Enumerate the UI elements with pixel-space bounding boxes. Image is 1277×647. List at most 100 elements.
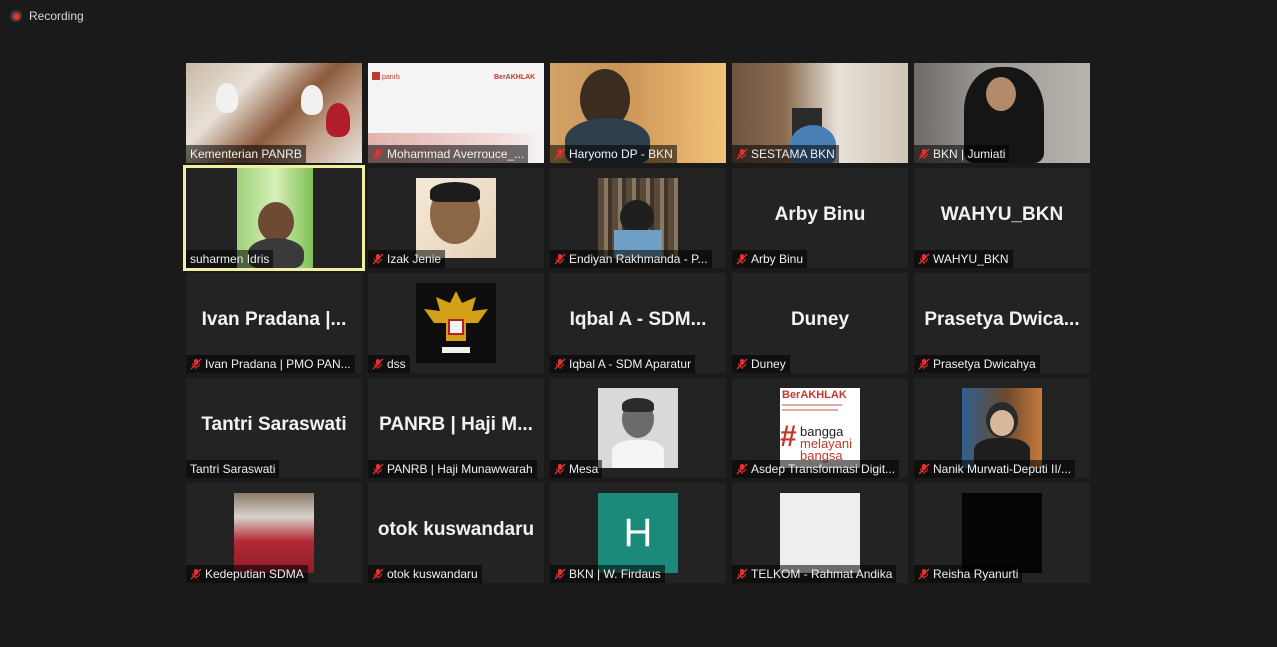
mic-muted-icon xyxy=(736,358,748,370)
participant-name-label: Kedeputian SDMA xyxy=(186,565,308,583)
participant-tile[interactable]: Kementerian PANRB xyxy=(186,63,362,163)
mic-muted-icon xyxy=(372,463,384,475)
panrb-logo: panrb xyxy=(372,68,408,81)
participant-tile[interactable]: Duney Duney xyxy=(732,273,908,373)
participant-tile[interactable]: Ivan Pradana |... Ivan Pradana | PMO PAN… xyxy=(186,273,362,373)
participant-tile[interactable]: Mesa xyxy=(550,378,726,478)
participant-name-label: Prasetya Dwicahya xyxy=(914,355,1040,373)
participant-name: Prasetya Dwicahya xyxy=(933,357,1036,371)
mic-muted-icon xyxy=(918,148,930,160)
mic-muted-icon xyxy=(190,358,202,370)
participant-tile[interactable]: H BKN | W. Firdaus xyxy=(550,483,726,583)
participant-tile[interactable]: Haryomo DP - BKN xyxy=(550,63,726,163)
participant-name-label: Asdep Transformasi Digit... xyxy=(732,460,900,478)
participant-display-name: Iqbal A - SDM... xyxy=(569,309,707,330)
video-face xyxy=(258,202,294,242)
mic-muted-icon xyxy=(554,253,566,265)
profile-photo xyxy=(780,493,860,573)
participant-name: Kementerian PANRB xyxy=(190,147,302,161)
participant-name: BKN | Jumiati xyxy=(933,147,1006,161)
mic-muted-icon xyxy=(372,358,384,370)
participant-name: Iqbal A - SDM Aparatur xyxy=(569,357,692,371)
participant-name: TELKOM - Rahmat Andika xyxy=(751,567,893,581)
participant-name: Izak Jenie xyxy=(387,252,442,266)
recording-icon xyxy=(10,10,22,22)
participant-name-label: Mohammad Averrouce_... xyxy=(368,145,529,163)
participant-name: dss xyxy=(387,357,406,371)
participant-name: WAHYU_BKN xyxy=(933,252,1009,266)
participant-tile[interactable]: Nanik Murwati-Deputi II/... xyxy=(914,378,1090,478)
avatar-letter: H xyxy=(623,510,653,555)
garuda-emblem-icon xyxy=(416,283,496,363)
participant-tile[interactable]: Reisha Ryanurti xyxy=(914,483,1090,583)
participant-name: Mohammad Averrouce_... xyxy=(387,147,525,161)
participant-name: Kedeputian SDMA xyxy=(205,567,304,581)
participant-name-label: Mesa xyxy=(550,460,603,478)
participant-name-label: Tantri Saraswati xyxy=(186,460,280,478)
participant-tile[interactable]: Tantri Saraswati Tantri Saraswati xyxy=(186,378,362,478)
participant-gallery: Kementerian PANRB panrb BerAKHLAK Mohamm… xyxy=(183,63,1090,583)
participant-name-label: PANRB | Haji Munawwarah xyxy=(368,460,537,478)
participant-tile[interactable]: SESTAMA BKN xyxy=(732,63,908,163)
participant-name-label: SESTAMA BKN xyxy=(732,145,839,163)
participant-tile[interactable]: Prasetya Dwica... Prasetya Dwicahya xyxy=(914,273,1090,373)
participant-tile[interactable]: Endiyan Rakhmanda - P... xyxy=(550,168,726,268)
participant-tile[interactable]: Arby Binu Arby Binu xyxy=(732,168,908,268)
mic-muted-icon xyxy=(918,358,930,370)
participant-tile[interactable]: panrb BerAKHLAK Mohammad Averrouce_... xyxy=(368,63,544,163)
participant-name-label: Haryomo DP - BKN xyxy=(550,145,677,163)
participant-name: PANRB | Haji Munawwarah xyxy=(387,462,533,476)
participant-tile[interactable]: Izak Jenie xyxy=(368,168,544,268)
mic-muted-icon xyxy=(372,253,384,265)
profile-photo xyxy=(962,388,1042,468)
participant-tile-active-speaker[interactable]: suharmen Idris xyxy=(183,165,365,271)
avatar-hash: # xyxy=(780,420,797,453)
participant-name: BKN | W. Firdaus xyxy=(569,567,661,581)
berakhlak-avatar: BerAKHLAK # bangga melayani bangsa xyxy=(780,388,860,468)
mic-muted-icon xyxy=(918,463,930,475)
participant-name-label: otok kuswandaru xyxy=(368,565,482,583)
participant-name: Asdep Transformasi Digit... xyxy=(751,462,896,476)
svg-text:BerAKHLAK: BerAKHLAK xyxy=(494,74,535,81)
profile-photo xyxy=(234,493,314,573)
participant-name: otok kuswandaru xyxy=(387,567,478,581)
participant-name: Duney xyxy=(751,357,786,371)
participant-name: suharmen Idris xyxy=(190,252,270,266)
participant-display-name: PANRB | Haji M... xyxy=(379,414,533,435)
svg-text:panrb: panrb xyxy=(382,74,400,81)
participant-name-label: BKN | Jumiati xyxy=(914,145,1010,163)
participant-tile[interactable]: BerAKHLAK # bangga melayani bangsa Asdep… xyxy=(732,378,908,478)
participant-name: Ivan Pradana | PMO PAN... xyxy=(205,357,351,371)
mic-muted-icon xyxy=(554,463,566,475)
participant-name-label: Nanik Murwati-Deputi II/... xyxy=(914,460,1076,478)
participant-name: Arby Binu xyxy=(751,252,804,266)
participant-name-label: TELKOM - Rahmat Andika xyxy=(732,565,897,583)
participant-tile[interactable]: Kedeputian SDMA xyxy=(186,483,362,583)
video-person xyxy=(301,85,323,115)
participant-name-label: Duney xyxy=(732,355,790,373)
mic-muted-icon xyxy=(554,358,566,370)
participant-name-label: BKN | W. Firdaus xyxy=(550,565,665,583)
participant-tile[interactable]: WAHYU_BKN WAHYU_BKN xyxy=(914,168,1090,268)
recording-indicator: Recording xyxy=(10,9,84,23)
mic-muted-icon xyxy=(372,568,384,580)
mic-muted-icon xyxy=(918,568,930,580)
mic-muted-icon xyxy=(554,568,566,580)
participant-tile[interactable]: BKN | Jumiati xyxy=(914,63,1090,163)
mic-muted-icon xyxy=(736,148,748,160)
mic-muted-icon xyxy=(736,568,748,580)
participant-tile[interactable]: TELKOM - Rahmat Andika xyxy=(732,483,908,583)
profile-photo xyxy=(962,493,1042,573)
participant-display-name: otok kuswandaru xyxy=(377,519,535,540)
participant-display-name: WAHYU_BKN xyxy=(940,204,1064,225)
participant-tile[interactable]: PANRB | Haji M... PANRB | Haji Munawwara… xyxy=(368,378,544,478)
recording-label: Recording xyxy=(29,9,84,23)
participant-tile[interactable]: dss xyxy=(368,273,544,373)
participant-tile[interactable]: otok kuswandaru otok kuswandaru xyxy=(368,483,544,583)
participant-name: Mesa xyxy=(569,462,599,476)
participant-display-name: Duney xyxy=(790,309,850,330)
profile-photo xyxy=(598,388,678,468)
participant-name-label: Izak Jenie xyxy=(368,250,446,268)
video-person xyxy=(216,83,238,113)
participant-tile[interactable]: Iqbal A - SDM... Iqbal A - SDM Aparatur xyxy=(550,273,726,373)
